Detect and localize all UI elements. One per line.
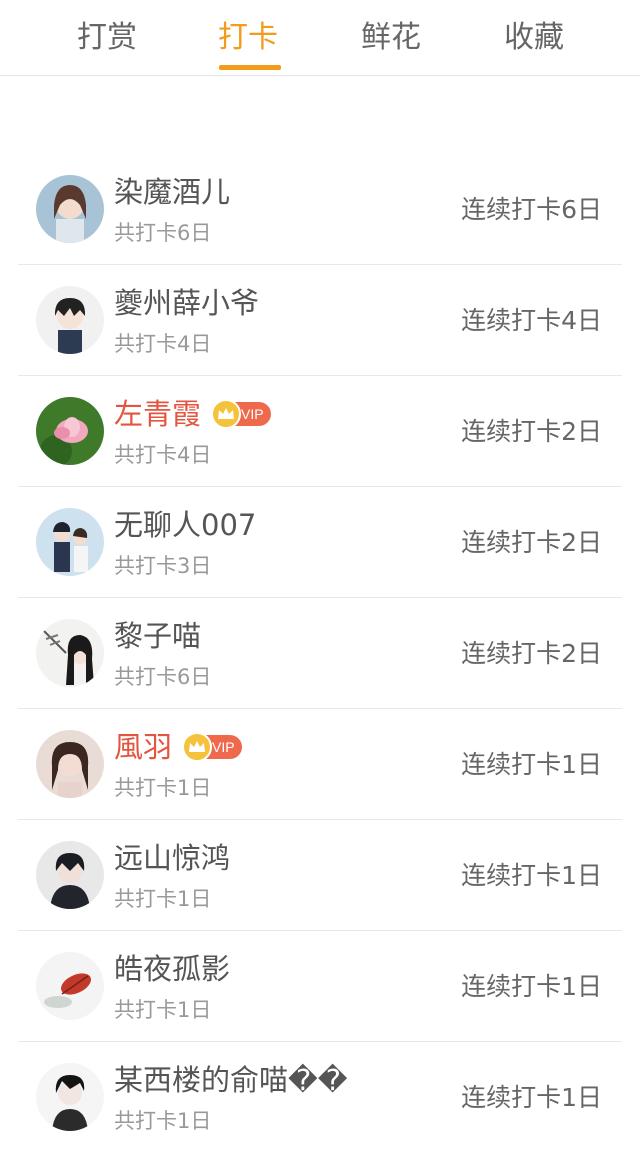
active-tab-indicator <box>219 65 281 70</box>
tab-favorites[interactable]: 收藏 <box>474 18 594 58</box>
tab-label: 打卡 <box>218 20 278 55</box>
list-item[interactable]: 風羽 VIP 共打卡1日 连续打卡1日 <box>18 709 622 820</box>
user-name[interactable]: 无聊人007 <box>114 505 256 545</box>
user-name[interactable]: 染魔酒儿 <box>114 172 230 212</box>
vip-label: VIP <box>212 739 235 755</box>
avatar[interactable] <box>36 730 104 798</box>
streak-count: 连续打卡2日 <box>461 417 602 446</box>
streak-count: 连续打卡2日 <box>461 528 602 557</box>
streak-count: 连续打卡1日 <box>461 1083 602 1112</box>
vip-badge: VIP <box>182 732 243 762</box>
streak-count: 连续打卡1日 <box>461 750 602 779</box>
avatar[interactable] <box>36 175 104 243</box>
list-item[interactable]: 某西楼的俞喵�� 共打卡1日 连续打卡1日 <box>18 1042 622 1153</box>
streak-count: 连续打卡2日 <box>461 639 602 668</box>
streak-count: 连续打卡1日 <box>461 861 602 890</box>
total-checkin-count: 共打卡4日 <box>114 332 212 356</box>
list-item[interactable]: 黎子喵共打卡6日 连续打卡2日 <box>18 598 622 709</box>
tab-reward[interactable]: 打赏 <box>47 18 167 58</box>
streak-count: 连续打卡4日 <box>461 306 602 335</box>
total-checkin-count: 共打卡6日 <box>114 665 212 689</box>
list-item[interactable]: 远山惊鸿共打卡1日 连续打卡1日 <box>18 820 622 931</box>
user-name[interactable]: 皓夜孤影 <box>114 949 230 989</box>
streak-count: 连续打卡1日 <box>461 972 602 1001</box>
streak-count: 连续打卡6日 <box>461 195 602 224</box>
checkin-list: 染魔酒儿共打卡6日 连续打卡6日夔州薛小爷共打卡4日 连续打卡4日左青霞 VIP 共打卡… <box>18 154 622 1153</box>
total-checkin-count: 共打卡3日 <box>114 554 212 578</box>
total-checkin-count: 共打卡1日 <box>114 887 212 911</box>
name-line: 風羽 VIP <box>114 727 243 767</box>
user-name[interactable]: 远山惊鸿 <box>114 838 230 878</box>
name-line: 某西楼的俞喵�� <box>114 1060 347 1100</box>
avatar[interactable] <box>36 397 104 465</box>
name-line: 染魔酒儿 <box>114 172 230 212</box>
name-line: 无聊人007 <box>114 505 256 545</box>
tab-label: 打赏 <box>77 20 137 55</box>
name-line: 黎子喵 <box>114 616 201 656</box>
name-line: 左青霞 VIP <box>114 394 272 434</box>
avatar[interactable] <box>36 286 104 354</box>
total-checkin-count: 共打卡6日 <box>114 221 212 245</box>
vip-label: VIP <box>241 406 264 422</box>
vip-badge: VIP <box>211 399 272 429</box>
tab-label: 收藏 <box>504 20 564 55</box>
list-item[interactable]: 无聊人007 共打卡3日 连续打卡2日 <box>18 487 622 598</box>
user-name[interactable]: 某西楼的俞喵�� <box>114 1060 347 1100</box>
list-item[interactable]: 染魔酒儿共打卡6日 连续打卡6日 <box>18 154 622 265</box>
tab-label: 鲜花 <box>361 20 421 55</box>
crown-icon <box>182 732 213 762</box>
list-item[interactable]: 皓夜孤影共打卡1日 连续打卡1日 <box>18 931 622 1042</box>
total-checkin-count: 共打卡1日 <box>114 998 212 1022</box>
user-name[interactable]: 黎子喵 <box>114 616 201 656</box>
user-name[interactable]: 左青霞 <box>114 394 201 434</box>
avatar[interactable] <box>36 508 104 576</box>
avatar[interactable] <box>36 952 104 1020</box>
name-line: 远山惊鸿 <box>114 838 230 878</box>
avatar[interactable] <box>36 841 104 909</box>
list-item[interactable]: 夔州薛小爷共打卡4日 连续打卡4日 <box>18 265 622 376</box>
tab-bar: 打赏 打卡 鲜花 收藏 <box>0 0 640 76</box>
avatar[interactable] <box>36 1063 104 1131</box>
avatar[interactable] <box>36 619 104 687</box>
crown-icon <box>211 399 242 429</box>
name-line: 夔州薛小爷 <box>114 283 259 323</box>
list-item[interactable]: 左青霞 VIP 共打卡4日 连续打卡2日 <box>18 376 622 487</box>
name-line: 皓夜孤影 <box>114 949 230 989</box>
user-name[interactable]: 風羽 <box>114 727 172 767</box>
tab-checkin[interactable]: 打卡 <box>188 18 308 70</box>
total-checkin-count: 共打卡1日 <box>114 1109 212 1133</box>
total-checkin-count: 共打卡1日 <box>114 776 212 800</box>
tab-flowers[interactable]: 鲜花 <box>331 18 451 58</box>
total-checkin-count: 共打卡4日 <box>114 443 212 467</box>
user-name[interactable]: 夔州薛小爷 <box>114 283 259 323</box>
